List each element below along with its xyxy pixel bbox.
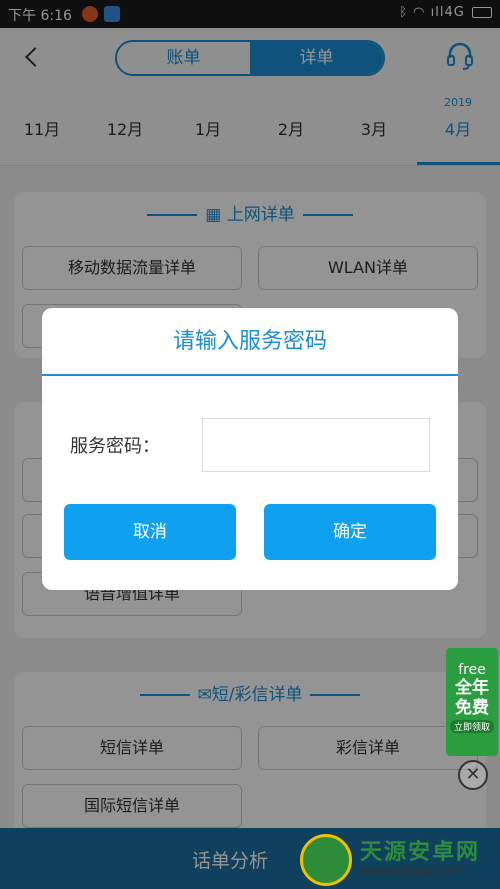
dialog-title: 请输入服务密码 <box>42 308 458 376</box>
password-label: 服务密码： <box>70 436 160 457</box>
watermark: 天源安卓网 www.jytyaz.com <box>300 832 500 889</box>
ad-small-text: 立即领取 <box>450 720 494 733</box>
cancel-button[interactable]: 取消 <box>64 504 236 560</box>
password-dialog: 请输入服务密码 服务密码： 取消 确定 <box>42 308 458 590</box>
ad-free-text: free <box>458 662 486 678</box>
watermark-logo-icon <box>300 834 352 886</box>
watermark-name: 天源安卓网 <box>360 840 481 865</box>
ad-line1: 全年 <box>455 678 489 698</box>
ad-line2: 免费 <box>455 698 489 718</box>
watermark-url: www.jytyaz.com <box>360 864 466 879</box>
close-icon[interactable]: ✕ <box>458 760 488 790</box>
confirm-button[interactable]: 确定 <box>264 504 436 560</box>
promo-ad[interactable]: free 全年 免费 立即领取 <box>446 648 498 756</box>
password-input[interactable] <box>202 418 430 472</box>
